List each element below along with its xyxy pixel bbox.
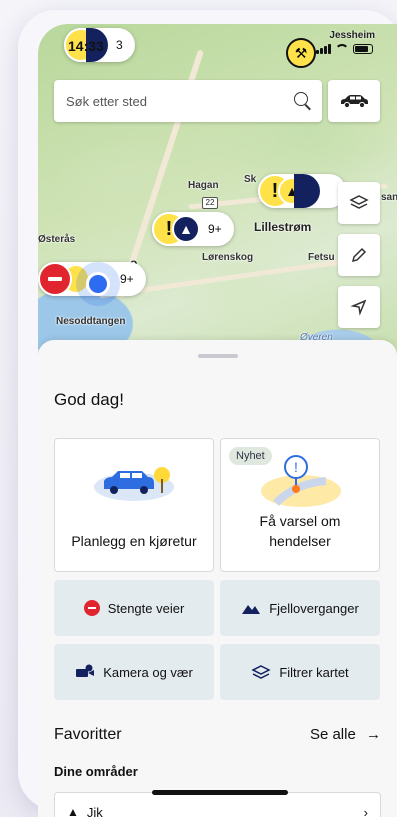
plan-trip-card[interactable]: Planlegg en kjøretur <box>54 438 214 572</box>
see-all-label: Se alle <box>309 726 356 743</box>
current-location-icon <box>86 272 110 296</box>
search-input[interactable] <box>66 93 294 109</box>
greeting-title: God dag! <box>54 390 124 409</box>
signal-icon <box>316 44 331 54</box>
svg-text:!: ! <box>294 459 298 475</box>
wifi-icon <box>335 44 349 54</box>
see-all-link[interactable]: Se alle → <box>310 726 381 743</box>
battery-icon <box>353 44 373 54</box>
alerts-label: Få varsel om hendelser <box>259 513 341 549</box>
mountain-passes-label: Fjelloverganger <box>269 600 359 616</box>
status-time: 14:33 <box>68 38 104 54</box>
car-trip-illustration <box>94 467 174 501</box>
closed-roads-button[interactable]: Stengte veier <box>54 580 214 636</box>
map-label-jessheim: Jessheim <box>329 30 375 41</box>
bell-icon: ▲ <box>67 805 79 817</box>
pencil-icon <box>351 247 367 263</box>
status-icons <box>316 44 373 54</box>
map-label-hagan: Hagan <box>188 180 219 191</box>
closed-roads-label: Stengte veier <box>107 600 185 616</box>
camera-weather-button[interactable]: Kamera og vær <box>54 644 214 700</box>
car-icon <box>341 95 368 109</box>
map-label-edge: san <box>381 192 397 203</box>
sheet-grabber[interactable] <box>198 354 238 358</box>
search-icon[interactable] <box>294 92 312 110</box>
map-label-nesoddtangen: Nesoddtangen <box>56 316 126 327</box>
cluster-navy-segment <box>294 174 320 208</box>
cluster-count: 3 <box>116 38 123 52</box>
filter-map-button[interactable]: Filtrer kartet <box>220 644 380 700</box>
alerts-card[interactable]: Nyhet ! Få varsel om hendelser <box>220 438 380 572</box>
road-number-shield: 22 <box>202 197 218 209</box>
my-areas-title: Dine områder <box>54 764 138 779</box>
locate-button[interactable] <box>338 286 380 328</box>
incident-cluster-marker[interactable]: ! ▲ <box>258 174 346 208</box>
incident-cluster-marker[interactable]: ! ▲ 9+ <box>152 212 234 246</box>
app-screen: 14:33 Jessheim 3 ⚒ Hagan Sk 22 ! ▲ Lille… <box>38 24 397 817</box>
cluster-navy-segment: ▲ <box>172 215 200 243</box>
plan-trip-label: Planlegg en kjøretur <box>71 533 197 549</box>
roadwork-icon[interactable]: ⚒ <box>286 38 316 68</box>
map-label-osteras: Østerås <box>38 234 76 245</box>
cluster-count: 9+ <box>120 272 134 286</box>
edit-button[interactable] <box>338 234 380 276</box>
cluster-count: 9+ <box>208 222 222 236</box>
arrow-right-icon: → <box>366 726 381 743</box>
map-label-lorenskog: Lørenskog <box>202 252 254 263</box>
chevron-right-icon: › <box>363 804 368 817</box>
layers-icon <box>349 195 369 209</box>
map-label-fetsund: Fetsu <box>308 252 335 263</box>
mountain-passes-button[interactable]: Fjelloverganger <box>220 580 380 636</box>
layers-button[interactable] <box>338 182 380 224</box>
camera-weather-label: Kamera og vær <box>103 664 193 680</box>
map-label-lillestrom: Lillestrøm <box>254 220 312 234</box>
map-label-skedsmo: Sk <box>244 174 257 185</box>
navigation-arrow-icon <box>350 299 367 316</box>
favorite-area-label: Jik <box>86 804 103 817</box>
map-view[interactable]: 14:33 Jessheim 3 ⚒ Hagan Sk 22 ! ▲ Lille… <box>38 24 397 364</box>
no-entry-icon <box>83 600 100 616</box>
layers-icon <box>251 665 272 679</box>
road-closed-icon <box>38 262 72 296</box>
favorite-area-row[interactable]: ▲ Jik › <box>54 792 381 817</box>
favorites-title: Favoritter <box>54 726 122 743</box>
filter-map-label: Filtrer kartet <box>279 664 349 680</box>
home-indicator[interactable] <box>152 790 288 795</box>
bottom-sheet: God dag! Planlegg en kjøretur Nyhet ! Få… <box>38 340 397 817</box>
search-bar[interactable] <box>54 80 322 122</box>
camera-weather-icon <box>76 664 95 677</box>
vehicle-button[interactable] <box>328 80 380 122</box>
mountain-icon <box>242 605 261 614</box>
alert-illustration: ! <box>261 455 341 507</box>
